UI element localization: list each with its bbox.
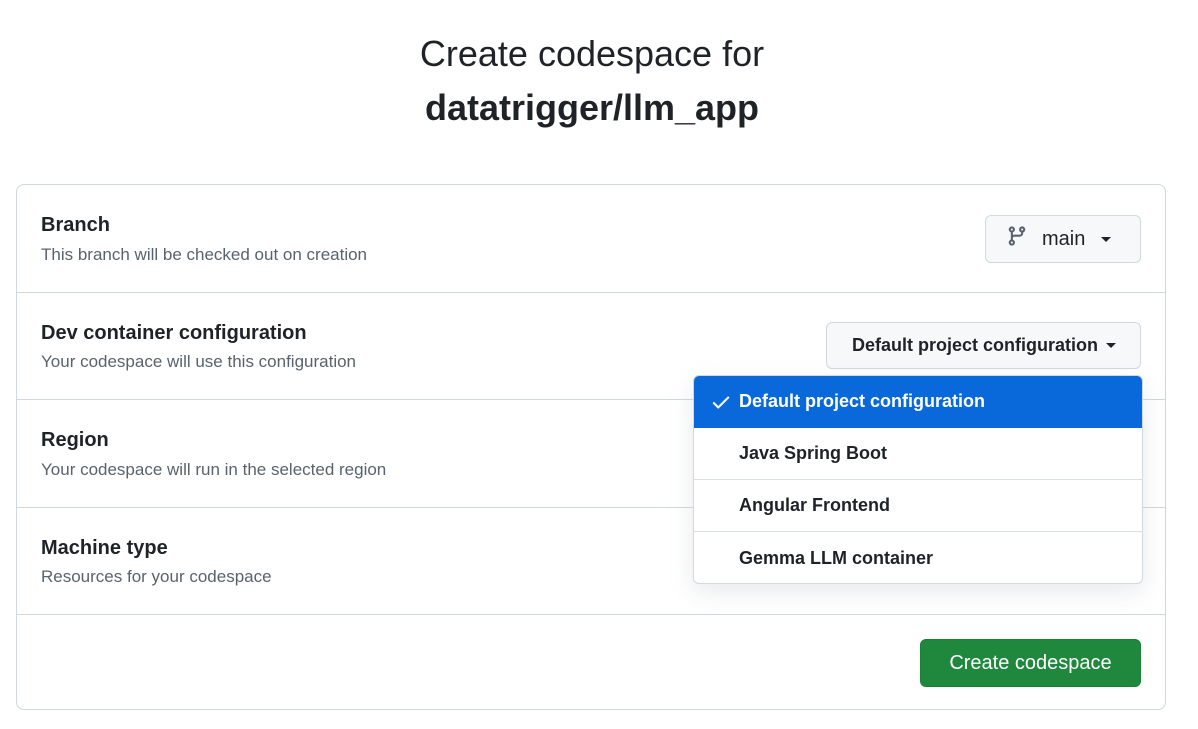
dev-container-description: Your codespace will use this configurati… (41, 352, 357, 371)
region-label: Region (41, 429, 109, 451)
branch-select-value: main (1042, 227, 1086, 250)
menu-item-label: Default project configuration (739, 391, 986, 411)
menu-item-label: Java Spring Boot (739, 443, 888, 463)
triangle-down-icon (1101, 236, 1112, 242)
check-icon (710, 391, 732, 413)
menu-item-gemma-llm-container[interactable]: Gemma LLM container (694, 532, 1142, 583)
menu-item-angular-frontend[interactable]: Angular Frontend (694, 480, 1142, 532)
git-branch-icon (1006, 224, 1028, 254)
repo-name: datatrigger/llm_app (424, 87, 760, 128)
dev-container-select-button[interactable]: Default project configuration (826, 322, 1141, 369)
branch-label: Branch (41, 214, 110, 236)
menu-item-java-spring-boot[interactable]: Java Spring Boot (694, 428, 1142, 480)
region-description: Your codespace will run in the selected … (41, 460, 387, 479)
menu-item-label: Angular Frontend (739, 495, 890, 515)
dev-container-select-value: Default project configuration (852, 335, 1099, 355)
machine-type-label: Machine type (41, 537, 168, 559)
dev-container-dropdown-menu: Default project configuration Java Sprin… (693, 375, 1143, 584)
create-codespace-button[interactable]: Create codespace (920, 639, 1141, 687)
machine-type-description: Resources for your codespace (41, 567, 272, 586)
page-header: Create codespace for datatrigger/llm_app (0, 30, 1184, 132)
dev-container-label: Dev container configuration (41, 322, 307, 344)
menu-item-label: Gemma LLM container (739, 547, 934, 568)
menu-item-default-project-configuration[interactable]: Default project configuration (694, 376, 1142, 428)
branch-row: Branch This branch will be checked out o… (17, 185, 1165, 293)
triangle-down-icon (1106, 343, 1117, 348)
branch-select-button[interactable]: main (985, 215, 1141, 263)
page-title: Create codespace for (419, 33, 765, 74)
branch-description: This branch will be checked out on creat… (41, 245, 368, 264)
